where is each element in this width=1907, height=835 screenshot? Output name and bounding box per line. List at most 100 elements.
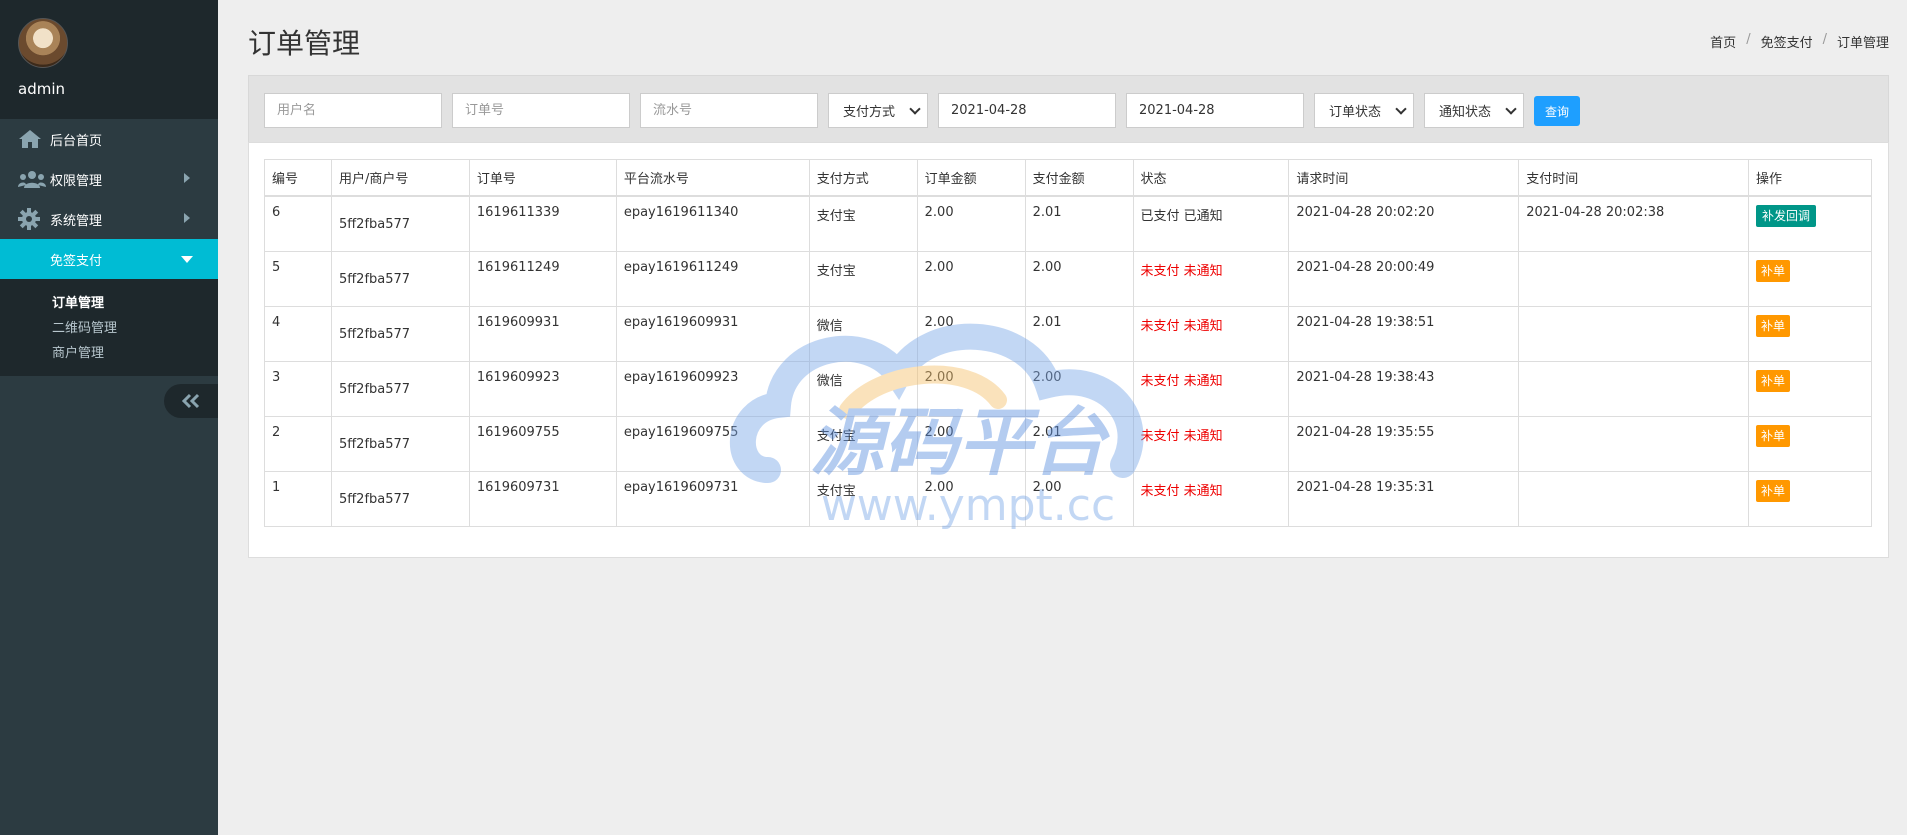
cell-id: 1	[264, 470, 332, 527]
date-end-value: 2021-04-28	[1139, 103, 1215, 118]
avatar[interactable]	[18, 18, 68, 68]
column-header: 平台流水号	[615, 159, 810, 197]
sidebar-item-label: 系统管理	[50, 213, 103, 229]
cell-action: 补发回调	[1748, 195, 1872, 252]
gear-icon	[18, 208, 46, 230]
column-header: 支付方式	[808, 159, 918, 197]
merchant-id: 5ff2fba577	[338, 436, 411, 452]
double-chevron-left-icon	[181, 393, 200, 409]
cell-request-time: 2021-04-28 20:02:20	[1288, 195, 1520, 252]
cell-pay-amount: 2.01	[1024, 305, 1134, 362]
cell-order-amount: 2.00	[916, 195, 1026, 252]
cell-pay-time	[1518, 415, 1750, 472]
collapse-sidebar-button[interactable]	[164, 384, 218, 418]
cell-action: 补单	[1748, 360, 1872, 417]
order-no-input[interactable]	[465, 103, 617, 118]
cell-merchant: 5ff2fba577	[330, 305, 470, 362]
breadcrumb-free-pay[interactable]: 免签支付	[1761, 32, 1813, 51]
cell-status: 未支付 未通知	[1132, 470, 1290, 527]
chevron-down-icon	[1505, 102, 1517, 115]
sidebar-item-system[interactable]: 系统管理	[0, 199, 218, 239]
cell-order-amount: 2.00	[916, 470, 1026, 527]
cell-serial: epay1619609755	[615, 415, 810, 472]
chevron-down-icon	[909, 102, 921, 115]
pay-method-value: 支付方式	[843, 105, 896, 120]
sidebar-item-label: 免签支付	[50, 253, 103, 269]
cell-order-no: 1619609923	[468, 360, 617, 417]
chevron-right-icon	[184, 173, 190, 183]
sidebar-header: admin	[0, 0, 218, 119]
cell-request-time: 2021-04-28 19:38:51	[1288, 305, 1520, 362]
username-input[interactable]	[277, 103, 429, 118]
breadcrumb-current: 订单管理	[1836, 36, 1889, 51]
cell-method: 微信	[808, 360, 918, 417]
query-button[interactable]: 查询	[1534, 96, 1580, 126]
date-start-field[interactable]: 2021-04-28	[938, 93, 1116, 128]
cell-method: 支付宝	[808, 195, 918, 252]
serial-no-field[interactable]	[640, 93, 818, 128]
merchant-id: 5ff2fba577	[338, 491, 411, 507]
submenu-item-merchants[interactable]: 商户管理	[0, 341, 218, 366]
cell-order-no: 1619611249	[468, 250, 617, 307]
cell-order-no: 1619609931	[468, 305, 617, 362]
submenu-item-qrcode[interactable]: 二维码管理	[0, 316, 218, 341]
table-row: 2 5ff2fba577 1619609755 epay1619609755 支…	[264, 415, 1872, 472]
supplement-order-button[interactable]: 补单	[1756, 314, 1791, 337]
username-field[interactable]	[264, 93, 442, 128]
cell-action: 补单	[1748, 415, 1872, 472]
cell-request-time: 2021-04-28 19:35:31	[1288, 470, 1520, 527]
date-start-value: 2021-04-28	[951, 103, 1027, 118]
merchant-id: 5ff2fba577	[338, 217, 411, 232]
cell-pay-amount: 2.01	[1024, 195, 1134, 252]
cell-order-amount: 2.00	[916, 415, 1026, 472]
serial-no-input[interactable]	[653, 103, 805, 118]
supplement-order-button[interactable]: 补单	[1756, 424, 1791, 447]
cell-merchant: 5ff2fba577	[330, 415, 470, 472]
column-header: 操作	[1748, 159, 1872, 197]
order-status-select[interactable]: 订单状态	[1314, 93, 1414, 128]
cell-method: 支付宝	[808, 415, 918, 472]
cell-method: 微信	[808, 305, 918, 362]
submenu-item-orders[interactable]: 订单管理	[0, 291, 218, 316]
merchant-id: 5ff2fba577	[338, 271, 411, 287]
cell-order-amount: 2.00	[916, 250, 1026, 307]
cell-status: 未支付 未通知	[1132, 250, 1290, 307]
cell-merchant: 5ff2fba577	[330, 195, 470, 252]
cell-request-time: 2021-04-28 19:38:43	[1288, 360, 1520, 417]
sidebar-nav: 后台首页 权限管理 系统管理 免签支付	[0, 119, 218, 279]
sidebar-item-home[interactable]: 后台首页	[0, 119, 218, 159]
column-header: 用户/商户号	[330, 159, 470, 197]
order-no-field[interactable]	[452, 93, 630, 128]
column-header: 状态	[1132, 159, 1290, 197]
sidebar: admin 后台首页 权限管理 系统管理 免签支付 订单管理 二维码管理 商户管…	[0, 0, 218, 835]
cell-merchant: 5ff2fba577	[330, 360, 470, 417]
cell-pay-time	[1518, 470, 1750, 527]
page-title: 订单管理	[248, 27, 361, 60]
cell-pay-amount: 2.00	[1024, 250, 1134, 307]
cell-order-amount: 2.00	[916, 305, 1026, 362]
breadcrumb-home[interactable]: 首页	[1710, 32, 1736, 51]
supplement-order-button[interactable]: 补单	[1756, 369, 1791, 392]
supplement-order-button[interactable]: 补单	[1756, 479, 1791, 502]
cell-method: 支付宝	[808, 250, 918, 307]
resend-callback-button[interactable]: 补发回调	[1756, 205, 1817, 227]
sidebar-item-permissions[interactable]: 权限管理	[0, 159, 218, 199]
column-header: 请求时间	[1288, 159, 1520, 197]
sidebar-item-free-pay[interactable]: 免签支付	[0, 239, 218, 279]
cell-id: 2	[264, 415, 332, 472]
pay-method-select[interactable]: 支付方式	[828, 93, 928, 128]
sidebar-item-label: 权限管理	[50, 173, 103, 189]
cell-pay-time	[1518, 305, 1750, 362]
cell-id: 4	[264, 305, 332, 362]
table-row: 4 5ff2fba577 1619609931 epay1619609931 微…	[264, 305, 1872, 362]
cell-serial: epay1619609731	[615, 470, 810, 527]
supplement-order-button[interactable]: 补单	[1756, 259, 1791, 282]
notify-status-select[interactable]: 通知状态	[1424, 93, 1524, 128]
column-header: 编号	[264, 159, 332, 197]
cell-action: 补单	[1748, 470, 1872, 527]
date-end-field[interactable]: 2021-04-28	[1126, 93, 1304, 128]
cell-pay-amount: 2.00	[1024, 360, 1134, 417]
notify-status-value: 通知状态	[1439, 105, 1492, 120]
users-icon	[18, 168, 46, 190]
